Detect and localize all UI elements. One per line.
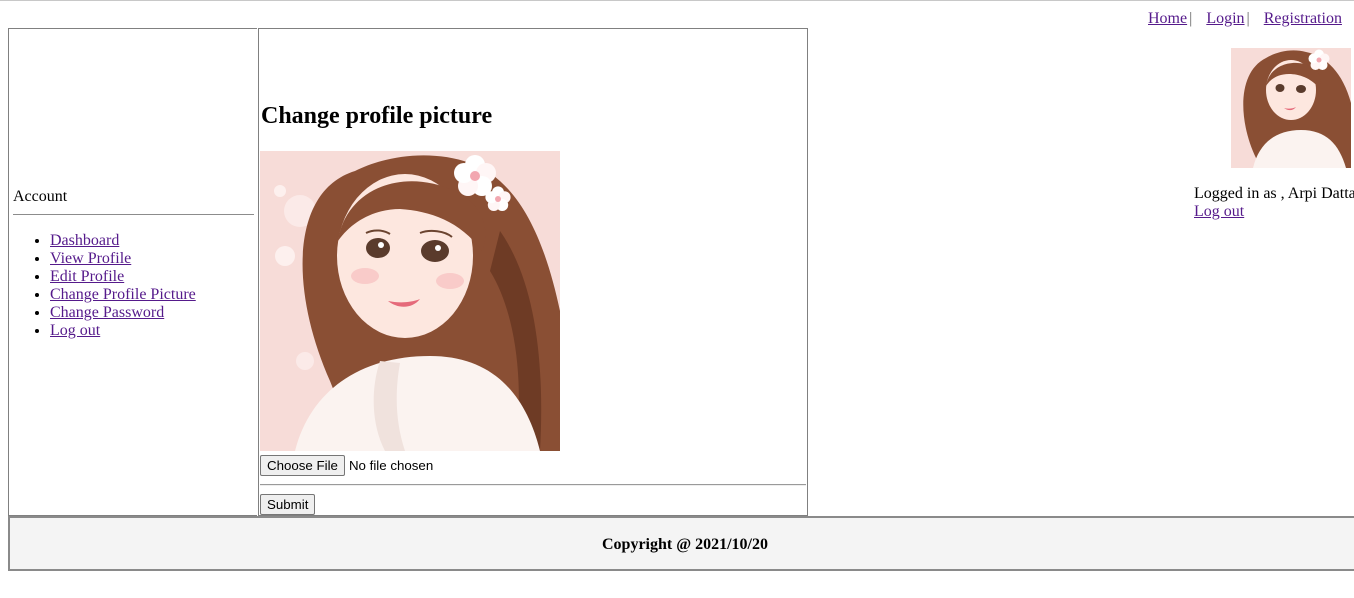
logged-in-text: Logged in as , Arpi Datta — [1194, 185, 1354, 202]
sidebar-menu: Dashboard View Profile Edit Profile Chan… — [12, 232, 196, 340]
file-upload-row: Choose File No file chosen — [260, 455, 433, 476]
choose-file-button[interactable]: Choose File — [260, 455, 345, 476]
change-profile-picture-link[interactable]: Change Profile Picture — [50, 286, 196, 303]
logout-link[interactable]: Log out — [50, 322, 100, 339]
avatar — [1231, 48, 1351, 168]
file-status-text: No file chosen — [348, 458, 434, 473]
copyright-text: Copyright @ 2021/10/20 — [602, 536, 768, 553]
sidebar-item-edit-profile: Edit Profile — [50, 268, 196, 286]
sidebar-title: Account — [13, 188, 68, 205]
sidebar-item-change-picture: Change Profile Picture — [50, 286, 196, 304]
nav-login-link[interactable]: Login — [1206, 10, 1244, 27]
top-rule — [0, 0, 1354, 1]
user-logout-link[interactable]: Log out — [1194, 203, 1244, 221]
nav-registration-link[interactable]: Registration — [1264, 10, 1342, 27]
sidebar-item-logout: Log out — [50, 322, 196, 340]
nav-separator: | — [1189, 10, 1193, 27]
footer: Copyright @ 2021/10/20 — [8, 516, 1354, 571]
submit-button[interactable]: Submit — [260, 494, 316, 515]
sidebar-item-view-profile: View Profile — [50, 250, 196, 268]
change-password-link[interactable]: Change Password — [50, 304, 164, 321]
nav-separator: | — [1246, 10, 1250, 27]
user-panel: Logged in as , Arpi Datta Log out — [1194, 48, 1354, 228]
nav-home-link[interactable]: Home — [1148, 10, 1187, 27]
dashboard-link[interactable]: Dashboard — [50, 232, 119, 249]
account-sidebar: Account Dashboard View Profile Edit Prof… — [8, 28, 257, 516]
edit-profile-link[interactable]: Edit Profile — [50, 268, 124, 285]
profile-picture — [260, 151, 560, 451]
form-divider — [260, 484, 806, 486]
top-nav: Home | Login | Registration — [1148, 10, 1342, 28]
sidebar-divider — [13, 214, 254, 215]
sidebar-item-dashboard: Dashboard — [50, 232, 196, 250]
sidebar-item-change-password: Change Password — [50, 304, 196, 322]
view-profile-link[interactable]: View Profile — [50, 250, 131, 267]
page-title: Change profile picture — [261, 103, 493, 129]
main-content: Change profile picture Choose File No fi… — [258, 28, 808, 516]
